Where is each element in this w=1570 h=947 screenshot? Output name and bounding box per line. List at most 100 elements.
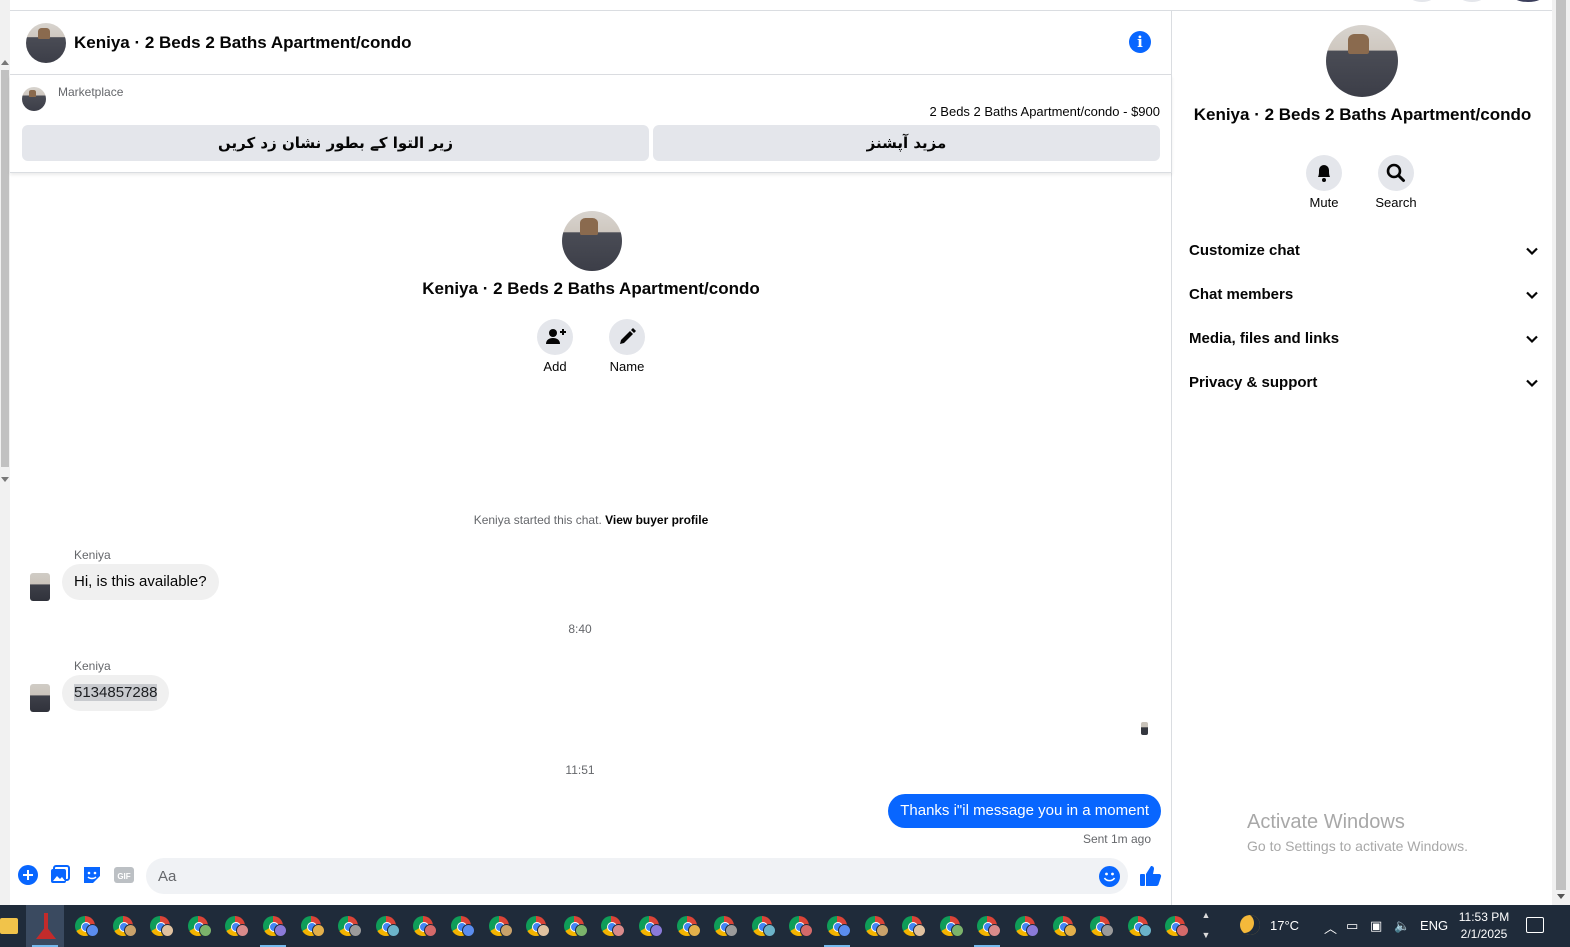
sender-avatar[interactable]	[30, 573, 50, 601]
chrome-window-button[interactable]	[743, 905, 781, 947]
outgoing-message-bubble[interactable]: Thanks i"il message you in a moment	[888, 794, 1161, 828]
nav-button[interactable]	[1408, 0, 1436, 2]
chat-members-section[interactable]: Chat members	[1189, 276, 1539, 316]
message-bubble[interactable]: Hi, is this available?	[62, 564, 219, 600]
chrome-window-button[interactable]	[1156, 905, 1194, 947]
chat-header: Keniya · 2 Beds 2 Baths Apartment/condo …	[10, 11, 1172, 75]
chrome-window-button[interactable]	[517, 905, 555, 947]
profile-badge-icon	[86, 924, 99, 937]
chrome-window-button[interactable]	[329, 905, 367, 947]
mark-pending-button[interactable]: زیر التوا کے بطور نشان زد کریں	[22, 125, 649, 161]
add-people-button[interactable]	[537, 319, 573, 355]
chrome-window-button[interactable]	[893, 905, 931, 947]
chrome-window-button[interactable]	[705, 905, 743, 947]
chevron-up-icon[interactable]: ︿	[1324, 918, 1337, 937]
chat-details-panel: Keniya · 2 Beds 2 Baths Apartment/condo …	[1173, 11, 1552, 905]
chrome-window-button[interactable]	[442, 905, 480, 947]
scrollbar-thumb[interactable]	[1556, 0, 1566, 890]
chrome-window-button[interactable]	[1119, 905, 1157, 947]
language-indicator[interactable]: ENG	[1420, 918, 1448, 933]
chrome-window-button[interactable]	[1006, 905, 1044, 947]
left-scrollbar[interactable]	[0, 0, 10, 905]
view-buyer-profile-link[interactable]: View buyer profile	[605, 513, 708, 527]
sticker-icon[interactable]	[82, 865, 102, 885]
chrome-window-button[interactable]	[818, 905, 856, 947]
scrollbar-thumb[interactable]	[1, 70, 9, 467]
mute-button[interactable]	[1306, 155, 1342, 191]
details-name: Keniya · 2 Beds 2 Baths Apartment/condo	[1193, 105, 1532, 124]
volume-icon[interactable]: 🔈	[1394, 918, 1410, 934]
info-icon[interactable]: i	[1129, 31, 1151, 53]
chat-avatar[interactable]	[26, 23, 66, 63]
details-avatar[interactable]	[1326, 25, 1398, 97]
scroll-down-arrow-icon[interactable]	[1557, 894, 1565, 899]
privacy-support-section[interactable]: Privacy & support	[1189, 364, 1539, 404]
chrome-window-button[interactable]	[555, 905, 593, 947]
section-label: Customize chat	[1189, 242, 1300, 259]
chrome-window-button[interactable]	[780, 905, 818, 947]
chrome-window-button[interactable]	[592, 905, 630, 947]
chat-started-notice: Keniya started this chat. View buyer pro…	[10, 513, 1172, 527]
customize-chat-section[interactable]: Customize chat	[1189, 232, 1539, 272]
photo-gallery-icon[interactable]	[50, 865, 70, 885]
message-bubble[interactable]: 5134857288	[62, 675, 170, 711]
taskbar-app-active[interactable]	[26, 905, 64, 947]
profile-badge-icon	[875, 924, 889, 937]
chrome-window-button[interactable]	[292, 905, 330, 947]
chrome-window-button[interactable]	[404, 905, 442, 947]
thumbs-up-icon[interactable]	[1138, 864, 1162, 888]
seen-indicator-avatar	[1141, 722, 1148, 735]
weather-moon-icon[interactable]	[1240, 915, 1260, 935]
chrome-window-button[interactable]	[254, 905, 292, 947]
thread-avatar	[562, 211, 622, 271]
chrome-window-button[interactable]	[66, 905, 104, 947]
taskbar-scroll[interactable]: ▲ ▼	[1198, 905, 1214, 947]
media-files-links-section[interactable]: Media, files and links	[1189, 320, 1539, 360]
chrome-window-button[interactable]	[141, 905, 179, 947]
account-avatar[interactable]	[1510, 0, 1546, 2]
time-separator: 8:40	[568, 622, 592, 636]
chrome-window-button[interactable]	[668, 905, 706, 947]
listing-thumbnail[interactable]	[22, 87, 46, 111]
time-separator: 11:51	[565, 763, 595, 777]
profile-badge-icon	[1063, 924, 1077, 937]
plus-circle-icon[interactable]	[18, 865, 38, 885]
emoji-icon[interactable]	[1099, 866, 1120, 887]
activate-windows-watermark: Activate Windows Go to Settings to activ…	[1247, 811, 1468, 854]
scroll-up-arrow-icon[interactable]	[1, 60, 9, 65]
chrome-window-button[interactable]	[179, 905, 217, 947]
app-icon	[36, 913, 56, 939]
scroll-down-arrow-icon[interactable]	[1, 477, 9, 482]
sender-avatar[interactable]	[30, 684, 50, 712]
chrome-window-button[interactable]	[931, 905, 969, 947]
clock[interactable]: 11:53 PM 2/1/2025	[1456, 909, 1512, 943]
phone-number-text[interactable]: 5134857288	[74, 684, 158, 701]
network-icon[interactable]: ▣	[1370, 918, 1382, 934]
meet-now-icon[interactable]: ▭	[1346, 918, 1358, 934]
chrome-window-button[interactable]	[216, 905, 254, 947]
chrome-window-button[interactable]	[856, 905, 894, 947]
chrome-window-button[interactable]	[1044, 905, 1082, 947]
composer-bar: GIF	[10, 855, 1172, 899]
listing-price[interactable]: 2 Beds 2 Baths Apartment/condo - $900	[929, 104, 1160, 119]
nav-button[interactable]	[1458, 0, 1486, 2]
more-options-button[interactable]: مزید آپشنز	[653, 125, 1160, 161]
section-label: Chat members	[1189, 286, 1294, 303]
chrome-window-button[interactable]	[630, 905, 668, 947]
message-input[interactable]	[146, 858, 1128, 894]
chrome-window-button[interactable]	[104, 905, 142, 947]
name-button[interactable]	[609, 319, 645, 355]
watermark-subtitle: Go to Settings to activate Windows.	[1247, 838, 1468, 854]
chrome-window-button[interactable]	[367, 905, 405, 947]
right-scrollbar[interactable]	[1552, 0, 1570, 905]
chrome-window-button[interactable]	[968, 905, 1006, 947]
file-explorer-icon[interactable]	[0, 918, 18, 934]
search-button[interactable]	[1378, 155, 1414, 191]
chrome-window-button[interactable]	[1081, 905, 1119, 947]
gif-icon[interactable]: GIF	[114, 865, 134, 885]
chat-title[interactable]: Keniya · 2 Beds 2 Baths Apartment/condo	[74, 33, 412, 53]
chrome-window-button[interactable]	[480, 905, 518, 947]
notification-icon[interactable]	[1526, 917, 1544, 933]
profile-badge-icon	[950, 924, 964, 937]
weather-temperature[interactable]: 17°C	[1270, 918, 1299, 933]
